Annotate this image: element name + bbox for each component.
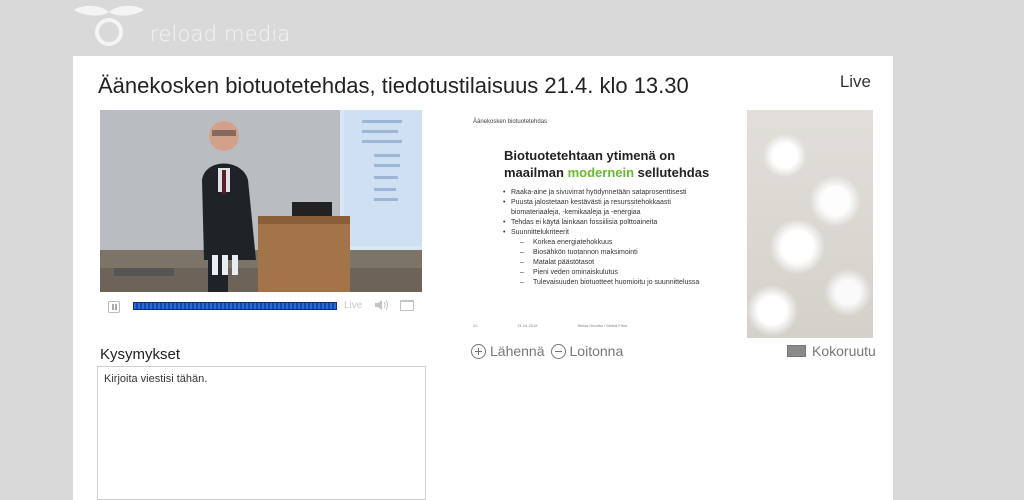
fullscreen-label: Kokoruutu: [812, 343, 876, 359]
presentation-slide: Äänekosken biotuotetehdas Biotuotetehtaa…: [467, 110, 873, 338]
live-status: Live: [839, 72, 871, 91]
zoom-controls: Lähennä Loitonna: [471, 342, 629, 360]
video-frame: [100, 110, 422, 292]
video-player[interactable]: [100, 110, 422, 292]
zoom-out-icon: [550, 343, 566, 359]
progress-bar[interactable]: [133, 302, 337, 310]
volume-icon[interactable]: [374, 298, 390, 312]
slide-bullet: Tehdas ei käytä lainkaan fossiilisia pol…: [503, 218, 699, 228]
slide-header: Äänekosken biotuotetehdas: [473, 119, 548, 125]
slide-sub-bullet: Tulevaisuuden biotuotteet huomioitu jo s…: [503, 278, 699, 288]
slide-title-suffix: sellutehdas: [634, 165, 710, 180]
slide-author: Niklas Henriks / Metsä Fibre: [577, 323, 628, 328]
slide-title-line1: Biotuotetehtaan ytimenä on: [504, 148, 676, 163]
slide-title-line2: maailman modernein sellutehdas: [504, 164, 709, 181]
pause-icon[interactable]: [108, 301, 120, 313]
slide-pulp-photo: [747, 110, 873, 338]
slide-bullet-list: Raaka-aine ja sivuvirrat hyödynnetään sa…: [503, 188, 699, 288]
slide-title-accent: modernein: [567, 165, 635, 180]
slide-date: 21.04.2015: [517, 323, 538, 328]
slide-title: Biotuotetehtaan ytimenä on maailman mode…: [504, 147, 709, 181]
slide-bullet: Raaka-aine ja sivuvirrat hyödynnetään sa…: [503, 188, 699, 198]
question-input[interactable]: [97, 366, 426, 500]
zoom-in-button[interactable]: Lähennä: [471, 343, 545, 359]
slide-bullet-continuation: biomateriaaleja, -kemikaaleja ja -energi…: [511, 209, 641, 216]
slide-bullet: Puusta jalostetaan kestävästi ja resurss…: [503, 198, 699, 208]
brand-logo[interactable]: [72, 2, 146, 50]
slide-sub-bullet: Korkea energiatehokkuus: [503, 238, 699, 248]
player-controls: Live: [100, 296, 422, 316]
screen-icon: [787, 345, 806, 357]
questions-heading: Kysymykset: [100, 346, 181, 363]
page-title: Äänekosken biotuotetehdas, tiedotustilai…: [98, 73, 689, 98]
zoom-out-button[interactable]: Loitonna: [550, 343, 624, 359]
slide-bullet: Suunnittelukriteerit: [503, 228, 699, 238]
zoom-in-icon: [471, 343, 486, 359]
fullscreen-icon[interactable]: [400, 300, 414, 311]
zoom-in-label: Lähennä: [490, 343, 545, 359]
slide-sub-bullet: Biosähkön tuotannon maksimointi: [503, 248, 699, 258]
reload-logo-icon: [72, 2, 146, 50]
brand-name: reload media: [150, 22, 291, 46]
slide-title-prefix: maailman: [504, 165, 568, 180]
player-live-label: Live: [344, 300, 363, 311]
slide-sub-bullet: Matalat päästötasot: [503, 258, 699, 268]
zoom-out-label: Loitonna: [569, 343, 624, 359]
slide-footer: 20 21.04.2015 Niklas Henriks / Metsä Fibre: [473, 323, 668, 328]
slide-sub-bullet: Pieni veden ominaiskulutus: [503, 268, 699, 278]
main-panel: Äänekosken biotuotetehdas, tiedotustilai…: [73, 56, 893, 500]
slide-number: 20: [473, 323, 478, 328]
slide-fullscreen-button[interactable]: Kokoruutu: [787, 342, 876, 360]
